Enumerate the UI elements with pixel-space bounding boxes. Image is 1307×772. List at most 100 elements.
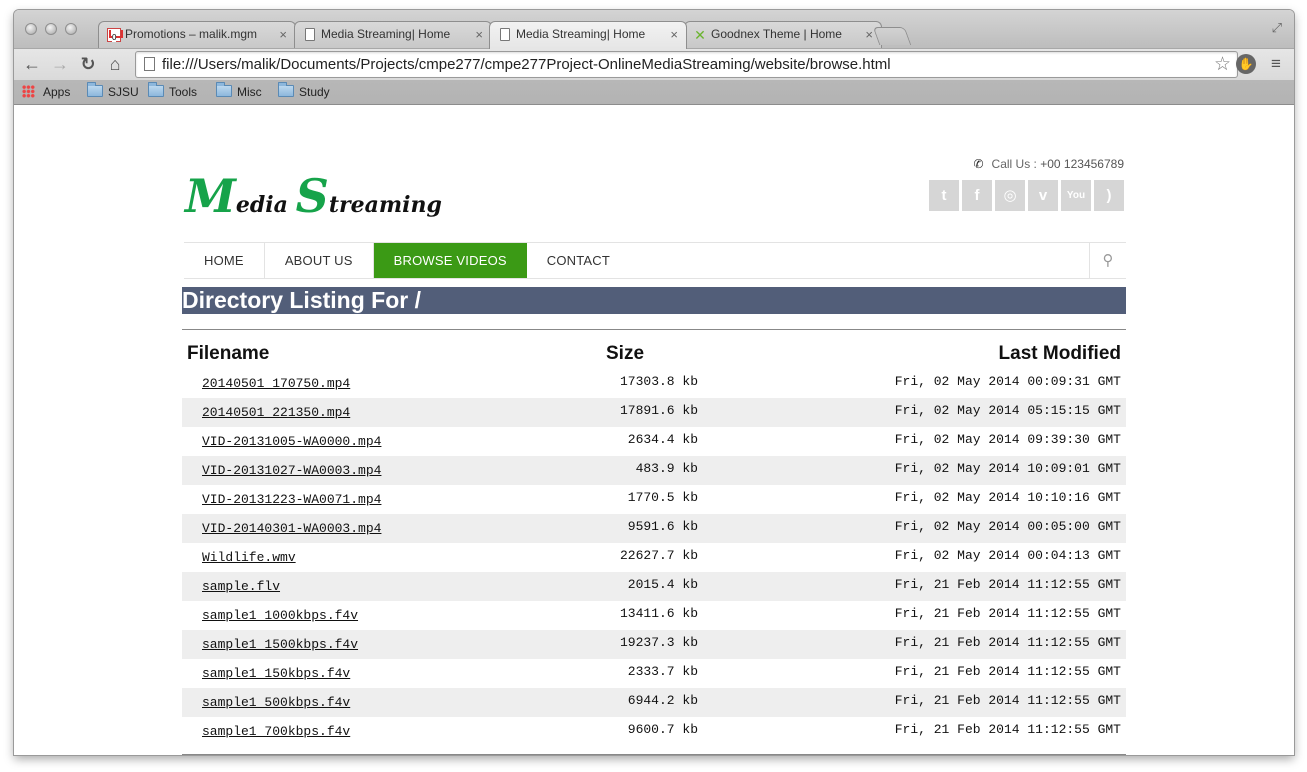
nav-about-us[interactable]: ABOUT US: [265, 243, 374, 278]
vimeo-icon[interactable]: v: [1028, 180, 1058, 211]
file-link[interactable]: VID-20131027-WA0003.mp4: [202, 463, 381, 478]
file-link[interactable]: VID-20140301-WA0003.mp4: [202, 521, 381, 536]
file-link[interactable]: Wildlife.wmv: [202, 550, 296, 565]
close-icon[interactable]: ×: [670, 22, 678, 47]
nav-browse-videos[interactable]: BROWSE VIDEOS: [373, 243, 527, 278]
table-body: 20140501_170750.mp4 17303.8 kb Fri, 02 May…: [182, 369, 1126, 746]
document-icon: [305, 28, 315, 41]
file-link[interactable]: sample1_1500kbps.f4v: [202, 637, 358, 652]
forward-icon[interactable]: →: [49, 53, 71, 75]
nav-contact[interactable]: CONTACT: [527, 243, 630, 278]
file-modified: Fri, 21 Feb 2014 11:12:55 GMT: [894, 664, 1121, 679]
table-row: VID-20131005-WA0000.mp4 2634.4 kb Fri, 02 …: [182, 427, 1126, 456]
back-icon[interactable]: ←: [21, 53, 43, 75]
table-row: sample1_150kbps.f4v 2333.7 kb Fri, 21 Feb …: [182, 659, 1126, 688]
youtube-icon[interactable]: You: [1061, 180, 1091, 211]
file-link[interactable]: sample1_1000kbps.f4v: [202, 608, 358, 623]
extension-icon[interactable]: ✋: [1236, 54, 1256, 74]
bookmark-apps[interactable]: Apps: [22, 85, 70, 99]
close-icon[interactable]: ×: [475, 22, 483, 47]
site-container: ✆ Call Us : +00 123456789 t f ◎ v You ) M…: [182, 105, 1126, 755]
home-icon[interactable]: ⌂: [104, 53, 126, 75]
logo-m: M: [185, 169, 236, 223]
header-filename: Filename: [187, 343, 270, 364]
file-link[interactable]: sample.flv: [202, 579, 280, 594]
tab-goodnex[interactable]: ✕ Goodnex Theme | Home ×: [684, 21, 882, 48]
file-link[interactable]: sample1_150kbps.f4v: [202, 666, 350, 681]
tab-title: Media Streaming| Home: [516, 27, 646, 41]
file-size: 17891.6 kb: [619, 403, 698, 418]
facebook-icon[interactable]: f: [962, 180, 992, 211]
page-title: Directory Listing For /: [182, 287, 1126, 314]
file-size: 19237.3 kb: [619, 635, 698, 650]
call-label: Call Us :: [991, 157, 1041, 171]
bookmark-misc[interactable]: Misc: [216, 82, 262, 99]
fullscreen-icon[interactable]: ⤢: [1272, 20, 1282, 36]
bookmark-sjsu[interactable]: SJSU: [87, 82, 139, 99]
document-icon: [500, 28, 510, 41]
tab-promotions[interactable]: 0 Promotions – malik.mgm ×: [98, 21, 296, 48]
site-logo[interactable]: Media Streaming: [185, 169, 442, 223]
table-row: sample1_500kbps.f4v 6944.2 kb Fri, 21 Feb …: [182, 688, 1126, 717]
file-size: 2015.4 kb: [627, 577, 698, 592]
bookmark-label: Misc: [237, 85, 262, 99]
zoom-window-button[interactable]: [65, 23, 77, 35]
file-size: 1770.5 kb: [627, 490, 698, 505]
file-link[interactable]: sample1_700kbps.f4v: [202, 724, 350, 739]
nav-home[interactable]: HOME: [184, 243, 265, 278]
file-link[interactable]: VID-20131005-WA0000.mp4: [202, 434, 381, 449]
file-modified: Fri, 02 May 2014 05:15:15 GMT: [894, 403, 1121, 418]
bookmark-label: Study: [299, 85, 330, 99]
file-size: 6944.2 kb: [627, 693, 698, 708]
web-page: ✆ Call Us : +00 123456789 t f ◎ v You ) M…: [14, 105, 1294, 755]
dribbble-icon[interactable]: ◎: [995, 180, 1025, 211]
file-size: 483.9 kb: [635, 461, 698, 476]
main-navigation: HOME ABOUT US BROWSE VIDEOS CONTACT ⚲: [184, 242, 1126, 279]
minimize-window-button[interactable]: [45, 23, 57, 35]
folder-icon: [216, 82, 232, 97]
directory-listing: Filename Size Last Modified 20140501_170…: [182, 339, 1126, 746]
file-size: 9600.7 kb: [627, 722, 698, 737]
reload-icon[interactable]: ↻: [77, 53, 99, 75]
tab-media-streaming-1[interactable]: Media Streaming| Home ×: [294, 21, 492, 48]
address-bar[interactable]: file:///Users/malik/Documents/Projects/c…: [135, 51, 1238, 78]
bookmark-star-icon[interactable]: ☆: [1214, 53, 1231, 76]
file-size: 2333.7 kb: [627, 664, 698, 679]
twitter-icon[interactable]: t: [929, 180, 959, 211]
table-row: sample1_1000kbps.f4v 13411.6 kb Fri, 21 Fe…: [182, 601, 1126, 630]
search-icon[interactable]: ⚲: [1089, 243, 1126, 278]
file-modified: Fri, 02 May 2014 00:09:31 GMT: [894, 374, 1121, 389]
file-modified: Fri, 21 Feb 2014 11:12:55 GMT: [894, 635, 1121, 650]
close-icon[interactable]: ×: [279, 22, 287, 47]
rss-icon[interactable]: ): [1094, 180, 1124, 211]
menu-icon[interactable]: ≡: [1265, 53, 1287, 75]
call-us: ✆ Call Us : +00 123456789: [973, 157, 1124, 171]
bookmark-study[interactable]: Study: [278, 82, 330, 99]
table-row: sample1_1500kbps.f4v 19237.3 kb Fri, 21 Fe…: [182, 630, 1126, 659]
table-row: VID-20140301-WA0003.mp4 9591.6 kb Fri, 02 …: [182, 514, 1126, 543]
file-link[interactable]: 20140501_170750.mp4: [202, 376, 350, 391]
tab-title: Promotions – malik.mgm: [125, 27, 258, 41]
bookmark-label: Tools: [169, 85, 198, 99]
file-modified: Fri, 02 May 2014 00:04:13 GMT: [894, 548, 1121, 563]
tab-title: Goodnex Theme | Home: [711, 27, 842, 41]
file-modified: Fri, 21 Feb 2014 11:12:55 GMT: [894, 693, 1121, 708]
close-icon[interactable]: ×: [865, 22, 873, 47]
tab-media-streaming-active[interactable]: Media Streaming| Home ×: [489, 21, 687, 49]
file-link[interactable]: 20140501_221350.mp4: [202, 405, 350, 420]
file-size: 2634.4 kb: [627, 432, 698, 447]
social-links: t f ◎ v You ): [926, 180, 1124, 211]
header-last-modified: Last Modified: [998, 343, 1121, 364]
file-modified: Fri, 02 May 2014 10:09:01 GMT: [894, 461, 1121, 476]
file-link[interactable]: sample1_500kbps.f4v: [202, 695, 350, 710]
file-link[interactable]: VID-20131223-WA0071.mp4: [202, 492, 381, 507]
new-tab-button[interactable]: [872, 27, 912, 45]
url-text[interactable]: file:///Users/malik/Documents/Projects/c…: [162, 56, 891, 73]
goodnex-icon: ✕: [694, 27, 706, 43]
apps-grid-icon: [22, 85, 35, 98]
file-size: 22627.7 kb: [619, 548, 698, 563]
logo-s: S: [295, 169, 329, 223]
bookmark-tools[interactable]: Tools: [148, 82, 198, 99]
folder-icon: [87, 82, 103, 97]
close-window-button[interactable]: [25, 23, 37, 35]
